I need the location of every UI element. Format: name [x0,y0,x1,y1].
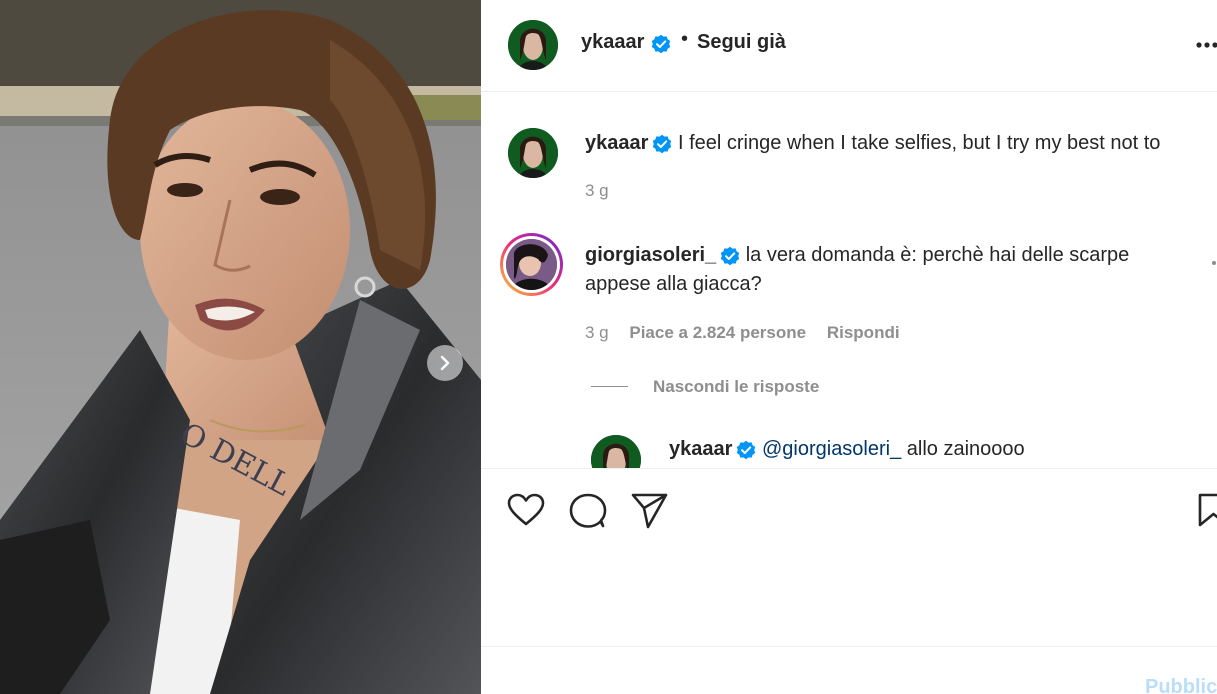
avatar-image [591,435,641,468]
comments-list[interactable]: ykaaar I feel cringe when I take selfies… [481,93,1217,468]
caption-author-avatar[interactable] [508,128,558,178]
post-detail-panel: ykaaar • Segui già ykaaar I feel cringe … [481,0,1217,694]
reply-author-avatar[interactable] [591,435,641,468]
separator-dot: • [681,28,689,50]
publish-button[interactable]: Pubblica [1145,676,1217,694]
carousel-next-button[interactable] [427,345,463,381]
add-comment-bar[interactable] [481,646,1217,694]
heart-icon[interactable] [507,493,545,527]
reply-button[interactable]: Rispondi [827,323,900,342]
chevron-right-icon [440,355,450,371]
caption-time: 3 g [585,181,609,200]
comment-time: 3 g [585,323,609,342]
caption: ykaaar I feel cringe when I take selfies… [585,129,1217,158]
reply-mention-link[interactable]: @giorgiasoleri_ [762,438,901,460]
post-photo[interactable]: O DELL [0,0,481,694]
caption-username[interactable]: ykaaar [585,132,648,154]
comment-likes-link[interactable]: Piace a 2.824 persone [629,323,806,342]
hide-replies-button[interactable]: Nascondi le risposte [653,377,819,397]
avatar-image [508,20,558,70]
bookmark-icon[interactable] [1197,493,1217,527]
reply-text: allo zainoooo [906,438,1025,460]
comment: giorgiasoleri_ la vera domanda è: perchè… [585,241,1185,299]
author-avatar[interactable] [508,20,558,70]
more-options-icon[interactable] [1196,42,1217,48]
share-icon[interactable] [631,493,669,529]
caption-meta: 3 g [585,181,625,201]
verified-badge-icon [737,440,756,459]
avatar-image [506,239,557,290]
replies-divider-line [591,386,628,387]
verified-badge-icon [651,34,671,54]
comment-meta: 3 g Piace a 2.824 persone Rispondi [585,323,916,343]
comment-icon[interactable] [569,493,607,529]
commenter-avatar [506,239,557,290]
avatar-image [508,128,558,178]
caption-text: I feel cringe when I take selfies, but I… [677,132,1161,154]
action-bar [481,468,1217,648]
verified-badge-icon [720,246,740,265]
follow-status-button[interactable]: Segui già [697,31,786,54]
reply-username[interactable]: ykaaar [669,438,732,460]
comment-username[interactable]: giorgiasoleri_ [585,244,716,266]
post-header: ykaaar • Segui già [481,0,1217,92]
story-ring[interactable] [500,233,563,296]
author-username[interactable]: ykaaar [581,31,644,54]
verified-badge-icon [653,134,672,153]
selfie-image: O DELL [0,0,481,694]
comment-like-heart-icon[interactable] [1211,253,1217,273]
reply-comment: ykaaar @giorgiasoleri_ allo zainoooo [669,435,1209,464]
